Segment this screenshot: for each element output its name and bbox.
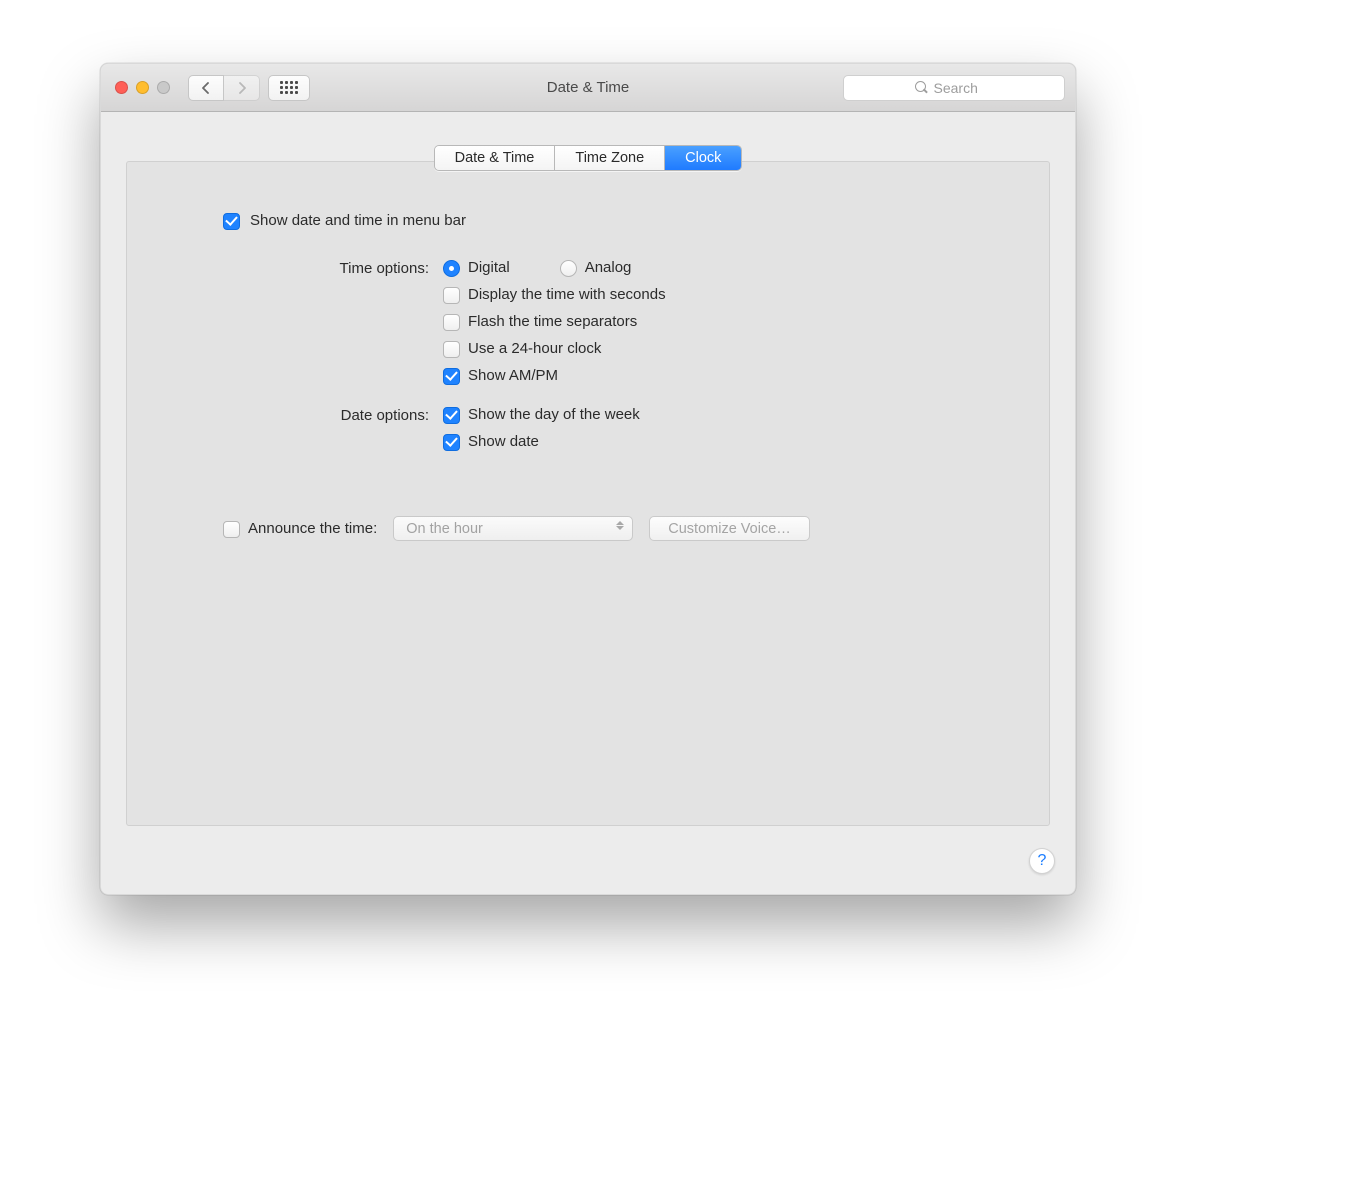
tab-date-time[interactable]: Date & Time <box>435 146 556 170</box>
time-digital-radio[interactable] <box>443 260 460 277</box>
close-button[interactable] <box>115 81 128 94</box>
announce-time-checkbox[interactable] <box>223 521 240 538</box>
display-seconds-label: Display the time with seconds <box>468 286 666 303</box>
time-digital-label: Digital <box>468 259 510 276</box>
show-day-of-week-label: Show the day of the week <box>468 406 640 423</box>
nav-buttons <box>188 75 260 101</box>
use-24h-label: Use a 24-hour clock <box>468 340 601 357</box>
tab-clock[interactable]: Clock <box>665 146 741 170</box>
time-analog-label: Analog <box>585 259 632 276</box>
zoom-button <box>157 81 170 94</box>
show-day-of-week-checkbox[interactable] <box>443 407 460 424</box>
time-options-row: Time options: Digital Analog <box>223 259 969 384</box>
search-icon <box>915 81 928 94</box>
content-area: Date & Time Time Zone Clock Show date an… <box>101 145 1075 171</box>
tab-time-zone[interactable]: Time Zone <box>555 146 665 170</box>
forward-button[interactable] <box>224 75 260 101</box>
customize-voice-button[interactable]: Customize Voice… <box>649 516 810 541</box>
help-button[interactable]: ? <box>1029 848 1055 874</box>
preferences-window: Date & Time Date & Time Time Zone Clock … <box>100 63 1076 895</box>
search-input[interactable] <box>934 80 994 96</box>
titlebar: Date & Time <box>101 64 1075 112</box>
back-button[interactable] <box>188 75 224 101</box>
search-field[interactable] <box>843 75 1065 101</box>
flash-separators-checkbox[interactable] <box>443 314 460 331</box>
grid-icon <box>280 81 298 94</box>
tab-bar: Date & Time Time Zone Clock <box>101 145 1075 171</box>
window-controls <box>115 81 170 94</box>
announce-interval-dropdown[interactable]: On the hour <box>393 516 633 541</box>
show-date-label: Show date <box>468 433 539 450</box>
show-ampm-checkbox[interactable] <box>443 368 460 385</box>
announce-time-label: Announce the time: <box>248 520 377 537</box>
help-icon: ? <box>1038 852 1047 870</box>
show-date-checkbox[interactable] <box>443 434 460 451</box>
date-options-label: Date options: <box>223 406 443 424</box>
show-all-button[interactable] <box>268 75 310 101</box>
use-24h-checkbox[interactable] <box>443 341 460 358</box>
chevron-right-icon <box>237 82 247 94</box>
announce-row: Announce the time: On the hour Customize… <box>223 516 969 541</box>
date-options-row: Date options: Show the day of the week S… <box>223 406 969 450</box>
chevron-left-icon <box>201 82 211 94</box>
toolbar <box>188 75 310 101</box>
show-in-menubar-label: Show date and time in menu bar <box>250 212 466 229</box>
updown-icon <box>616 521 624 530</box>
display-seconds-checkbox[interactable] <box>443 287 460 304</box>
clock-pane: Show date and time in menu bar Time opti… <box>126 161 1050 826</box>
minimize-button[interactable] <box>136 81 149 94</box>
customize-voice-label: Customize Voice… <box>668 521 791 537</box>
time-options-label: Time options: <box>223 259 443 277</box>
show-in-menubar-checkbox[interactable] <box>223 213 240 230</box>
show-ampm-label: Show AM/PM <box>468 367 558 384</box>
announce-interval-value: On the hour <box>406 521 483 537</box>
flash-separators-label: Flash the time separators <box>468 313 637 330</box>
time-analog-radio[interactable] <box>560 260 577 277</box>
show-in-menubar-row: Show date and time in menu bar <box>223 212 969 229</box>
